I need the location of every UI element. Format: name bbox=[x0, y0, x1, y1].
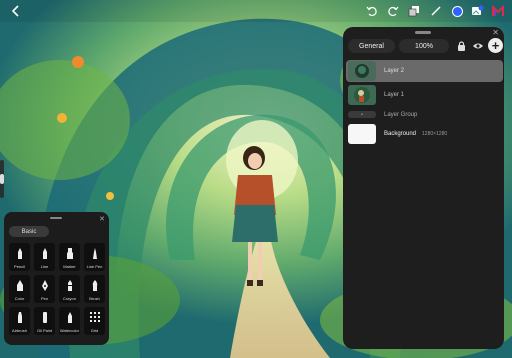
marker-icon bbox=[66, 247, 73, 259]
color-swatch bbox=[451, 5, 463, 17]
brush-item[interactable]: Line Pen bbox=[84, 243, 105, 271]
brush-item[interactable]: Line bbox=[34, 243, 55, 271]
layer-row[interactable]: Layer 2 bbox=[346, 60, 503, 82]
brush-tool-button[interactable] bbox=[428, 3, 444, 19]
lock-layer-button[interactable] bbox=[453, 38, 469, 54]
back-button[interactable] bbox=[8, 3, 24, 19]
layer-thumbnail bbox=[348, 124, 376, 144]
panel-grabber[interactable] bbox=[50, 217, 62, 219]
grid-icon bbox=[89, 312, 100, 322]
lock-icon bbox=[457, 41, 465, 51]
crayon-icon bbox=[67, 279, 72, 291]
brush-item[interactable]: Pencil bbox=[9, 243, 30, 271]
color-picker-button[interactable] bbox=[449, 3, 465, 19]
layer-name: Layer Group bbox=[384, 111, 418, 118]
slider-thumb[interactable] bbox=[0, 174, 4, 184]
brush-grid: Pencil Line Marker Line Pen Color Pen Cr… bbox=[9, 243, 105, 335]
undo-icon bbox=[366, 6, 377, 17]
brush-item[interactable]: Marker bbox=[59, 243, 80, 271]
close-icon[interactable]: ✕ bbox=[99, 215, 105, 223]
layers-button[interactable] bbox=[406, 3, 422, 19]
chevron-left-icon bbox=[11, 5, 19, 17]
layers-icon bbox=[408, 6, 419, 17]
brush-item[interactable]: Airbrush bbox=[9, 307, 30, 335]
layers-panel: ✕ General 100% + Layer 2 Layer 1 • Layer… bbox=[343, 27, 504, 349]
add-layer-button[interactable]: + bbox=[488, 38, 503, 53]
layer-group-row[interactable]: • Layer Group bbox=[346, 110, 503, 119]
line-icon bbox=[42, 247, 47, 259]
pen-nib-icon bbox=[41, 279, 48, 291]
group-thumbnail: • bbox=[348, 111, 376, 118]
brush-library-panel: ✕ Basic Pencil Line Marker Line Pen Colo… bbox=[4, 212, 109, 345]
pencil-icon bbox=[17, 247, 22, 259]
brush-item[interactable]: Crayon bbox=[59, 275, 80, 303]
app-logo-icon bbox=[492, 5, 504, 16]
layer-row[interactable]: Layer 1 bbox=[346, 84, 503, 106]
watercolor-icon bbox=[67, 311, 72, 323]
line-pen-icon bbox=[92, 247, 97, 259]
opacity-control[interactable]: 100% bbox=[399, 39, 449, 53]
color-brush-icon bbox=[16, 279, 23, 291]
panel-grabber[interactable] bbox=[415, 31, 431, 34]
eye-icon bbox=[473, 43, 483, 49]
pen-icon bbox=[431, 6, 441, 16]
redo-icon bbox=[388, 6, 399, 17]
oil-paint-icon bbox=[42, 311, 47, 323]
layer-name: Layer 2 bbox=[384, 68, 405, 74]
brush-item[interactable]: Color bbox=[9, 275, 30, 303]
brush-item[interactable]: Grid bbox=[84, 307, 105, 335]
app-logo-button[interactable] bbox=[490, 3, 506, 19]
undo-button[interactable] bbox=[364, 3, 380, 19]
redo-button[interactable] bbox=[385, 3, 401, 19]
plus-icon: + bbox=[491, 38, 500, 53]
export-button[interactable] bbox=[469, 3, 485, 19]
brush-category-tab[interactable]: Basic bbox=[9, 226, 49, 237]
layer-dimensions: 1280×1280 bbox=[422, 131, 448, 137]
close-icon[interactable]: ✕ bbox=[492, 28, 499, 37]
image-export-icon bbox=[471, 5, 483, 15]
brush-item[interactable]: Watercolor bbox=[59, 307, 80, 335]
brush-icon bbox=[92, 279, 97, 291]
layer-name: Background bbox=[384, 131, 417, 137]
brush-item[interactable]: Brush bbox=[84, 275, 105, 303]
folder-icon: • bbox=[361, 111, 363, 118]
brush-item[interactable]: Oil Paint bbox=[34, 307, 55, 335]
visibility-button[interactable] bbox=[470, 38, 486, 54]
layer-thumbnail bbox=[348, 85, 376, 105]
brush-item[interactable]: Pen bbox=[34, 275, 55, 303]
layer-thumbnail bbox=[348, 61, 376, 81]
layer-row[interactable]: Background 1280×1280 bbox=[346, 123, 503, 145]
blend-mode-select[interactable]: General bbox=[348, 39, 395, 53]
airbrush-icon bbox=[17, 311, 22, 323]
layer-name: Layer 1 bbox=[384, 92, 405, 98]
top-toolbar bbox=[0, 0, 512, 22]
brush-size-slider[interactable] bbox=[0, 160, 4, 198]
